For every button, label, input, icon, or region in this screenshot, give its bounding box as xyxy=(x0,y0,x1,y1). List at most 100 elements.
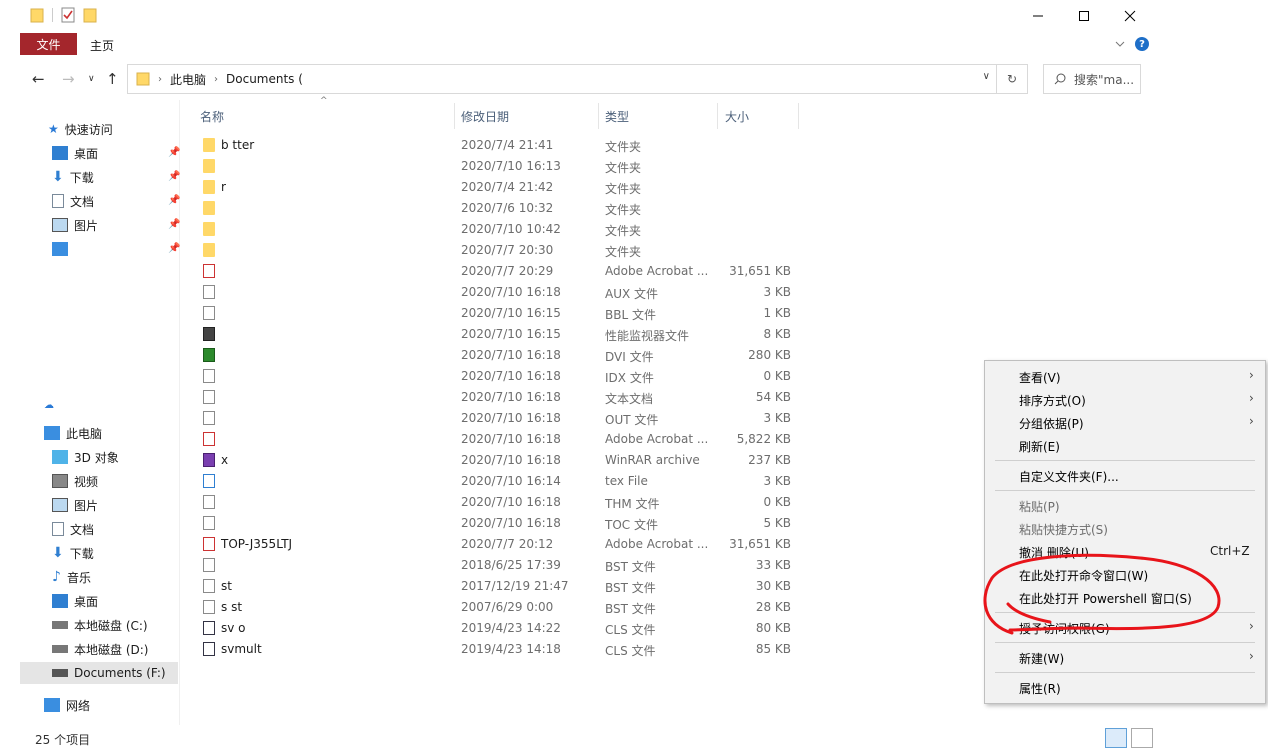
file-row[interactable]: 2020/7/10 16:18 IDX 文件 0 KB xyxy=(20,366,820,387)
file-row[interactable]: 2020/7/10 16:15 BBL 文件 1 KB xyxy=(20,303,820,324)
file-date: 2020/7/7 20:12 xyxy=(461,537,554,551)
file-row[interactable]: 2020/7/7 20:29 Adobe Acrobat ... 31,651 KB xyxy=(20,261,820,282)
search-box[interactable]: 搜索"ma... xyxy=(1043,64,1141,94)
file-type: BST 文件 xyxy=(605,602,656,616)
menu-item-customize-folder[interactable]: 自定义文件夹(F)... xyxy=(1019,468,1119,488)
new-folder-icon[interactable] xyxy=(83,7,97,23)
address-bar[interactable]: › 此电脑 › Documents ( ∨ xyxy=(127,64,997,94)
perf-file-icon xyxy=(203,327,215,341)
nav-drive-f[interactable]: Documents (F:) xyxy=(20,662,178,684)
breadcrumb-documents[interactable]: Documents ( xyxy=(226,72,303,86)
file-row[interactable]: 2020/7/6 10:32 文件夹 xyxy=(20,198,820,219)
file-row[interactable]: s st 2007/6/29 0:00 BST 文件 28 KB xyxy=(20,597,820,618)
file-row[interactable]: b tter 2020/7/4 21:41 文件夹 xyxy=(20,135,820,156)
file-size: 3 KB xyxy=(763,411,791,425)
refresh-icon: ↻ xyxy=(1006,72,1018,86)
doc-file-icon xyxy=(203,390,215,404)
details-view-button[interactable] xyxy=(1105,728,1127,748)
file-row[interactable]: 2020/7/10 16:14 tex File 3 KB xyxy=(20,471,820,492)
file-name: x xyxy=(221,453,229,467)
file-name: r xyxy=(221,180,226,194)
folder-icon[interactable] xyxy=(30,7,44,23)
menu-item-properties[interactable]: 属性(R) xyxy=(1019,680,1061,700)
forward-arrow-icon[interactable]: → xyxy=(62,70,75,88)
properties-icon[interactable] xyxy=(61,7,75,23)
file-row[interactable]: 2020/7/7 20:30 文件夹 xyxy=(20,240,820,261)
menu-item-grant-access[interactable]: 授予访问权限(G) xyxy=(1019,620,1110,640)
up-arrow-icon[interactable]: ↑ xyxy=(106,70,119,88)
back-arrow-icon[interactable]: ← xyxy=(32,70,45,88)
column-header-label: 类型 xyxy=(605,109,630,124)
chevron-down-icon[interactable] xyxy=(1115,40,1125,48)
nav-network[interactable]: 网络 xyxy=(44,694,90,716)
menu-item-view[interactable]: 查看(V) xyxy=(1019,369,1061,389)
file-row[interactable]: 2020/7/10 16:15 性能监视器文件 8 KB xyxy=(20,324,820,345)
menu-separator xyxy=(995,460,1255,461)
column-header-type[interactable]: 类型 xyxy=(605,103,715,129)
file-row[interactable]: st 2017/12/19 21:47 BST 文件 30 KB xyxy=(20,576,820,597)
large-icons-view-button[interactable] xyxy=(1131,728,1153,748)
column-header-name[interactable]: 名称 xyxy=(200,103,453,129)
file-row[interactable]: 2018/6/25 17:39 BST 文件 33 KB xyxy=(20,555,820,576)
file-size: 237 KB xyxy=(748,453,791,467)
title-bar xyxy=(20,0,1153,32)
context-menu: 查看(V) › 排序方式(O) › 分组依据(P) › 刷新(E) 自定义文件夹… xyxy=(984,360,1266,704)
file-type: 文件夹 xyxy=(605,224,642,238)
file-size: 85 KB xyxy=(755,642,791,656)
recent-locations-chevron-icon[interactable]: ∨ xyxy=(88,74,95,84)
file-size: 31,651 KB xyxy=(729,264,791,278)
menu-item-open-powershell[interactable]: 在此处打开 Powershell 窗口(S) xyxy=(1019,590,1192,610)
address-dropdown-icon[interactable]: ∨ xyxy=(983,71,990,82)
column-divider[interactable] xyxy=(454,103,455,129)
file-row[interactable]: 2020/7/10 16:18 THM 文件 0 KB xyxy=(20,492,820,513)
column-divider[interactable] xyxy=(717,103,718,129)
file-row[interactable]: 2020/7/10 16:18 文本文档 54 KB xyxy=(20,387,820,408)
file-row[interactable]: svmult 2019/4/23 14:18 CLS 文件 85 KB xyxy=(20,639,820,660)
column-divider[interactable] xyxy=(798,103,799,129)
pdf-file-icon xyxy=(203,432,215,446)
view-switcher xyxy=(1105,728,1153,748)
ribbon-right-controls: ? xyxy=(1115,37,1149,51)
file-row[interactable]: x 2020/7/10 16:18 WinRAR archive 237 KB xyxy=(20,450,820,471)
menu-item-new[interactable]: 新建(W) xyxy=(1019,650,1064,670)
minimize-button[interactable] xyxy=(1015,0,1061,32)
file-row[interactable]: 2020/7/10 16:18 Adobe Acrobat ... 5,822 KB xyxy=(20,429,820,450)
file-row[interactable]: sv o 2019/4/23 14:22 CLS 文件 80 KB xyxy=(20,618,820,639)
file-name: svmult xyxy=(221,642,262,656)
column-header-date[interactable]: 修改日期 xyxy=(461,103,598,129)
help-icon[interactable]: ? xyxy=(1135,37,1149,51)
menu-item-refresh[interactable]: 刷新(E) xyxy=(1019,438,1060,458)
close-button[interactable] xyxy=(1107,0,1153,32)
submenu-arrow-icon: › xyxy=(1249,391,1254,405)
maximize-icon xyxy=(1079,11,1089,21)
breadcrumb-this-pc[interactable]: 此电脑 xyxy=(170,71,206,88)
file-row[interactable]: TOP-J355LTJ 2020/7/7 20:12 Adobe Acrobat .… xyxy=(20,534,820,555)
menu-item-paste[interactable]: 粘贴(P) xyxy=(1019,498,1060,518)
tab-home[interactable]: 主页 xyxy=(90,37,114,54)
file-row[interactable]: 2020/7/10 16:18 TOC 文件 5 KB xyxy=(20,513,820,534)
file-type: CLS 文件 xyxy=(605,623,656,637)
menu-item-group[interactable]: 分组依据(P) xyxy=(1019,415,1084,435)
file-row[interactable]: 2020/7/10 16:18 DVI 文件 280 KB xyxy=(20,345,820,366)
menu-item-open-cmd[interactable]: 在此处打开命令窗口(W) xyxy=(1019,567,1148,587)
file-row[interactable]: 2020/7/10 16:13 文件夹 xyxy=(20,156,820,177)
file-row[interactable]: 2020/7/10 16:18 AUX 文件 3 KB xyxy=(20,282,820,303)
maximize-button[interactable] xyxy=(1061,0,1107,32)
tab-file[interactable]: 文件 xyxy=(20,33,77,55)
file-date: 2019/4/23 14:22 xyxy=(461,621,561,635)
menu-item-sort[interactable]: 排序方式(O) xyxy=(1019,392,1086,412)
menu-item-undo-delete[interactable]: 撤消 删除(U) xyxy=(1019,544,1089,564)
file-row[interactable]: r 2020/7/4 21:42 文件夹 xyxy=(20,177,820,198)
column-header-size[interactable]: 大小 xyxy=(725,103,795,129)
minimize-icon xyxy=(1033,15,1043,17)
menu-item-paste-shortcut[interactable]: 粘贴快捷方式(S) xyxy=(1019,521,1108,541)
folder-icon xyxy=(136,72,150,86)
rar-file-icon xyxy=(203,453,215,467)
file-type: Adobe Acrobat ... xyxy=(605,537,709,551)
file-row[interactable]: 2020/7/10 16:18 OUT 文件 3 KB xyxy=(20,408,820,429)
refresh-button[interactable]: ↻ xyxy=(997,64,1028,94)
file-row[interactable]: 2020/7/10 10:42 文件夹 xyxy=(20,219,820,240)
doc-file-icon xyxy=(203,369,215,383)
file-date: 2020/7/7 20:30 xyxy=(461,243,554,257)
column-divider[interactable] xyxy=(598,103,599,129)
